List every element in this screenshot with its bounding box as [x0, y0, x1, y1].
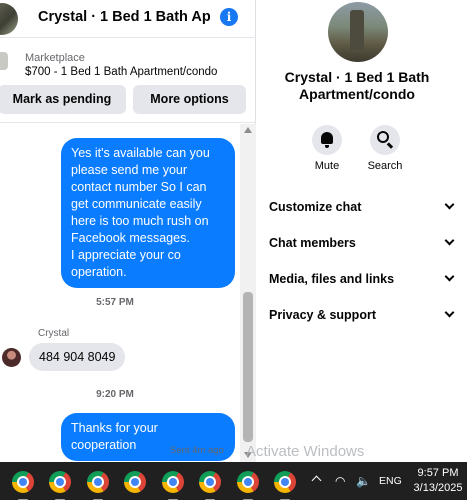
- message-timestamp: 9:20 PM: [96, 389, 134, 400]
- search-icon[interactable]: [370, 125, 400, 155]
- section-label: Customize chat: [269, 200, 362, 214]
- chevron-down-icon: [444, 235, 455, 246]
- more-options-button[interactable]: More options: [133, 85, 246, 114]
- message-scrollbar[interactable]: [240, 124, 256, 462]
- chrome-icon: [162, 471, 184, 493]
- mute-button[interactable]: Mute: [297, 125, 357, 172]
- scroll-thumb[interactable]: [243, 292, 253, 442]
- profile-photo[interactable]: [328, 2, 388, 62]
- incoming-message[interactable]: 484 904 8049: [29, 343, 126, 371]
- chat-header: Crystal · 1 Bed 1 Bath Ap… i: [0, 0, 256, 38]
- wifi-icon[interactable]: ◠: [335, 474, 345, 500]
- section-label: Media, files and links: [269, 272, 395, 286]
- chat-panel: Crystal · 1 Bed 1 Bath Ap… i Marketplace…: [0, 0, 256, 462]
- bell-icon[interactable]: [312, 125, 342, 155]
- conversation-avatar[interactable]: [0, 3, 18, 35]
- listing-source: Marketplace: [25, 52, 85, 64]
- search-label: Search: [367, 160, 403, 172]
- taskbar-app-chrome[interactable]: [85, 469, 111, 500]
- chevron-down-icon: [444, 271, 455, 282]
- section-privacy-support[interactable]: Privacy & support: [269, 304, 455, 328]
- windows-taskbar: ◠ 🔈 ENG 9:57 PM 3/13/2025: [0, 462, 467, 500]
- taskbar-app-chrome[interactable]: [235, 469, 261, 500]
- taskbar-app-chrome[interactable]: [10, 469, 36, 500]
- mark-as-pending-button[interactable]: Mark as pending: [0, 85, 126, 114]
- taskbar-app-chrome[interactable]: [122, 469, 148, 495]
- messenger-window: Crystal · 1 Bed 1 Bath Ap… i Marketplace…: [0, 0, 467, 500]
- chevron-down-icon: [444, 307, 455, 318]
- taskbar-app-chrome[interactable]: [160, 469, 186, 500]
- chrome-icon: [87, 471, 109, 493]
- show-hidden-icons-chevron-icon[interactable]: [311, 475, 322, 486]
- outgoing-message[interactable]: Yes it's available can you please send m…: [61, 138, 235, 288]
- clock-date: 3/13/2025: [413, 482, 463, 494]
- scroll-up-arrow-icon[interactable]: [244, 127, 252, 133]
- taskbar-app-chrome[interactable]: [272, 469, 298, 500]
- section-label: Chat members: [269, 236, 356, 250]
- sender-name: Crystal: [38, 328, 70, 339]
- chrome-icon: [237, 471, 259, 493]
- profile-name: Crystal · 1 Bed 1 Bath Apartment/condo: [284, 69, 430, 102]
- taskbar-app-chrome[interactable]: [197, 469, 223, 500]
- taskbar-app-chrome[interactable]: [47, 469, 73, 500]
- sent-status: Sent 4m ago: [170, 445, 224, 456]
- clock[interactable]: 9:57 PM 3/13/2025: [412, 466, 464, 500]
- section-media-files-links[interactable]: Media, files and links: [269, 268, 455, 292]
- section-chat-members[interactable]: Chat members: [269, 232, 455, 256]
- language-indicator[interactable]: ENG: [379, 475, 402, 500]
- clock-time: 9:57 PM: [417, 467, 459, 479]
- volume-icon[interactable]: 🔈: [356, 474, 371, 500]
- mute-label: Mute: [314, 160, 340, 172]
- search-button[interactable]: Search: [355, 125, 415, 172]
- chrome-icon: [49, 471, 71, 493]
- message-timestamp: 5:57 PM: [96, 297, 134, 308]
- section-label: Privacy & support: [269, 308, 376, 322]
- chat-details-panel: Crystal · 1 Bed 1 Bath Apartment/condo M…: [257, 0, 467, 462]
- message-list: Yes it's available can you please send m…: [0, 124, 240, 462]
- marketplace-listing: Marketplace $700 - 1 Bed 1 Bath Apartmen…: [0, 38, 256, 123]
- activate-windows-watermark: Activate Windows: [246, 443, 365, 460]
- chevron-down-icon: [444, 199, 455, 210]
- chrome-icon: [199, 471, 221, 493]
- section-customize-chat[interactable]: Customize chat: [269, 196, 455, 220]
- listing-title[interactable]: $700 - 1 Bed 1 Bath Apartment/condo: [25, 66, 217, 78]
- sender-avatar[interactable]: [2, 348, 21, 367]
- info-icon[interactable]: i: [220, 8, 238, 26]
- chrome-icon: [12, 471, 34, 493]
- chrome-icon: [124, 471, 146, 493]
- conversation-title[interactable]: Crystal · 1 Bed 1 Bath Ap…: [38, 9, 210, 25]
- chrome-icon: [274, 471, 296, 493]
- listing-thumbnail[interactable]: [0, 52, 8, 70]
